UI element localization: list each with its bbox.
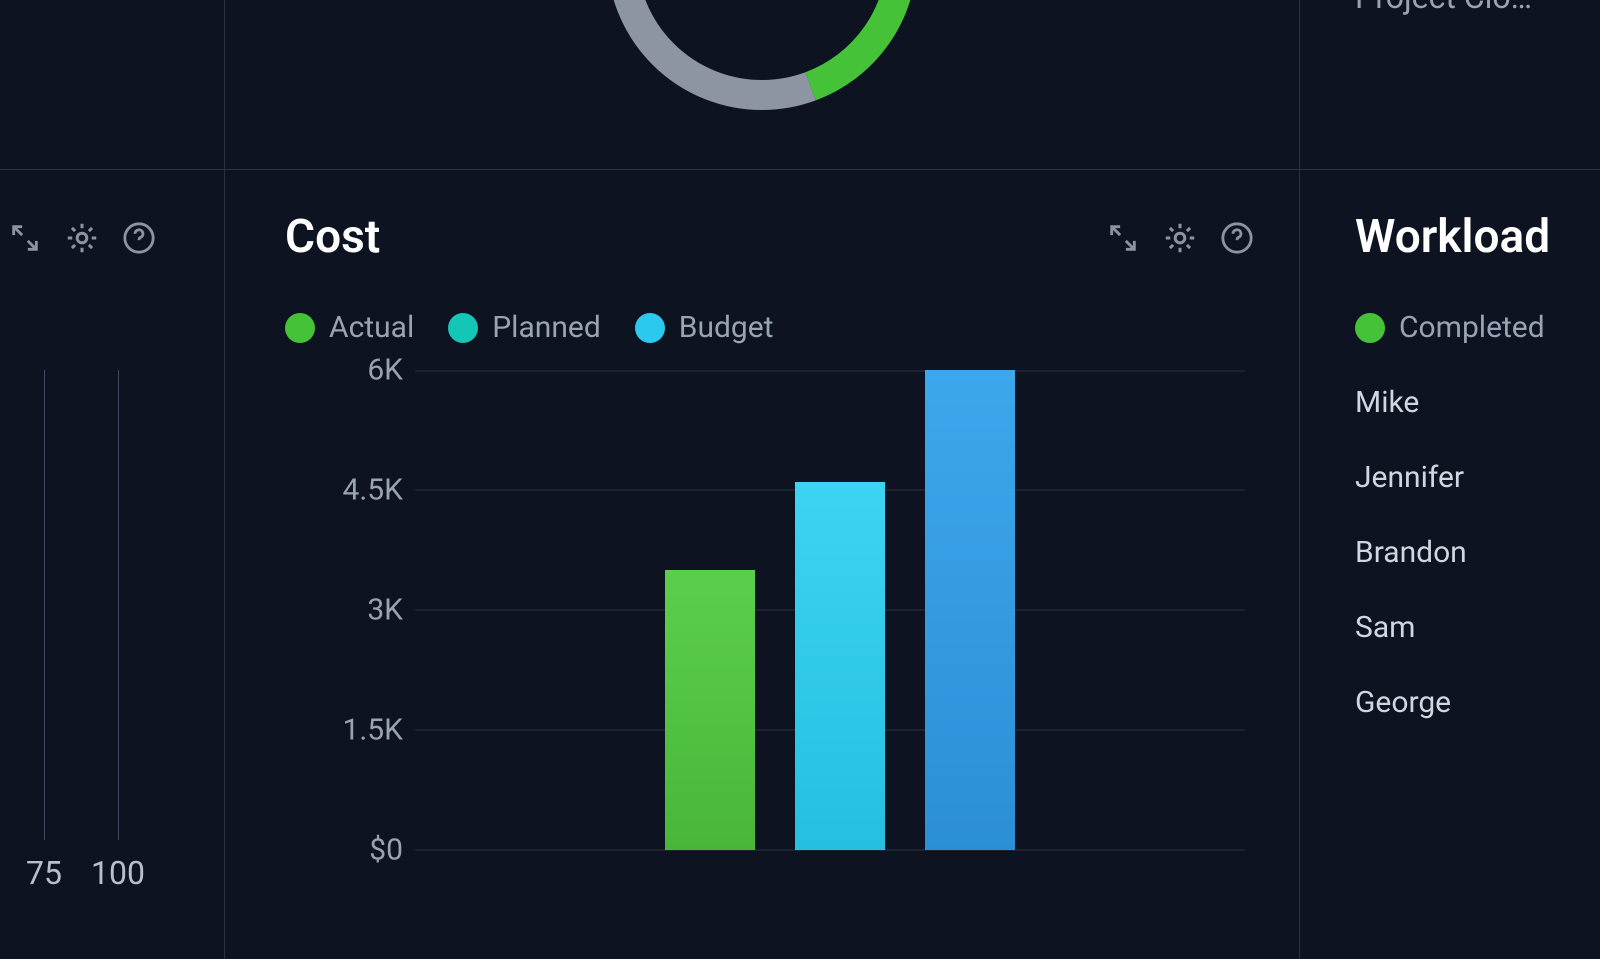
legend-label: Budget [679,310,774,345]
panel-title-cost: Cost [285,210,380,264]
axis-tick-line [44,370,45,840]
axis-tick-label: 75 [26,854,62,892]
axis-tick-line [118,370,119,840]
legend-workload: Completed [1355,310,1545,345]
y-tick-label: 4.5K [343,473,403,508]
panel-cost: Cost Actual Planned Budget [225,170,1300,959]
legend-label: Planned [492,310,601,345]
panel-title-workload: Workload [1355,210,1550,264]
y-tick-label: $0 [369,833,403,868]
legend-dot [285,313,315,343]
panel-progress-donut [225,0,1300,170]
panel-actions-cost [1106,220,1254,256]
legend-item-planned[interactable]: Planned [448,310,601,345]
legend-item-budget[interactable]: Budget [635,310,774,345]
y-tick-label: 3K [367,593,403,628]
list-item[interactable]: George [1355,685,1467,720]
panel-left-fragment: 75 100 [0,170,225,959]
y-tick-label: 6K [367,353,403,388]
y-tick-label: 1.5K [343,713,403,748]
list-item[interactable]: Sam [1355,610,1467,645]
list-item[interactable]: Brandon [1355,535,1467,570]
progress-donut [597,0,927,124]
panel-top-left [0,0,225,170]
legend-label: Actual [329,310,414,345]
cost-bar-chart: 6K 4.5K 3K 1.5K $0 [285,370,1245,890]
legend-dot [635,313,665,343]
expand-icon[interactable] [1106,221,1140,255]
legend-label: Completed [1399,310,1545,345]
panel-workload: Workload Completed Mike Jennifer Brandon… [1300,170,1600,959]
list-item[interactable]: Jennifer [1355,460,1467,495]
left-axis-fragment: 75 100 [0,170,224,959]
bar-planned[interactable] [795,482,885,850]
bar-actual[interactable] [665,570,755,850]
legend-item-completed[interactable]: Completed [1355,310,1545,345]
legend-item-actual[interactable]: Actual [285,310,414,345]
legend-cost: Actual Planned Budget [285,310,773,345]
list-item[interactable]: Mike [1355,385,1467,420]
legend-dot [1355,313,1385,343]
gear-icon[interactable] [1162,220,1198,256]
legend-dot [448,313,478,343]
help-icon[interactable] [1220,221,1254,255]
project-label-truncated: Project Clo… [1355,0,1532,16]
panel-top-right: Project Clo… [1300,0,1600,170]
dashboard-grid: Project Clo… 75 100 Cost [0,0,1600,959]
bar-budget[interactable] [925,370,1015,850]
workload-people-list: Mike Jennifer Brandon Sam George [1355,385,1467,720]
axis-tick-label: 100 [91,854,145,892]
